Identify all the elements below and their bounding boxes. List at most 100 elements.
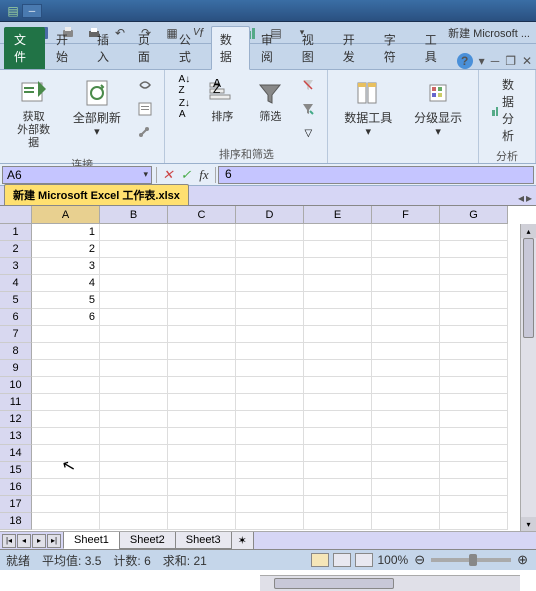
cell-D12[interactable]: [236, 411, 304, 428]
cell-A17[interactable]: [32, 496, 100, 513]
cell-E6[interactable]: [304, 309, 372, 326]
row-header-16[interactable]: 16: [0, 479, 32, 496]
filter-button[interactable]: 筛选: [249, 74, 291, 127]
row-header-5[interactable]: 5: [0, 292, 32, 309]
cell-E13[interactable]: [304, 428, 372, 445]
cell-B5[interactable]: [100, 292, 168, 309]
cell-B17[interactable]: [100, 496, 168, 513]
vertical-scrollbar[interactable]: ▴ ▾: [520, 224, 536, 531]
fx-button[interactable]: fx: [195, 166, 213, 184]
cell-F13[interactable]: [372, 428, 440, 445]
cell-A8[interactable]: [32, 343, 100, 360]
cell-E7[interactable]: [304, 326, 372, 343]
wb-prev-icon[interactable]: ◂: [518, 191, 524, 205]
cell-G7[interactable]: [440, 326, 508, 343]
row-header-12[interactable]: 12: [0, 411, 32, 428]
cell-E2[interactable]: [304, 241, 372, 258]
cell-G5[interactable]: [440, 292, 508, 309]
name-box[interactable]: A6: [2, 166, 152, 184]
sheet-tab-3[interactable]: Sheet3: [175, 532, 232, 549]
tab-tools[interactable]: 工具: [416, 26, 455, 69]
cell-B16[interactable]: [100, 479, 168, 496]
wb-next-icon[interactable]: ▸: [526, 191, 532, 205]
cell-C5[interactable]: [168, 292, 236, 309]
row-header-17[interactable]: 17: [0, 496, 32, 513]
cell-A11[interactable]: [32, 394, 100, 411]
cell-G9[interactable]: [440, 360, 508, 377]
cell-C1[interactable]: [168, 224, 236, 241]
row-header-4[interactable]: 4: [0, 275, 32, 292]
cell-C13[interactable]: [168, 428, 236, 445]
cell-B4[interactable]: [100, 275, 168, 292]
properties-icon[interactable]: [134, 98, 156, 120]
cell-G8[interactable]: [440, 343, 508, 360]
cell-F18[interactable]: [372, 513, 440, 530]
cell-F5[interactable]: [372, 292, 440, 309]
cell-F11[interactable]: [372, 394, 440, 411]
cell-F10[interactable]: [372, 377, 440, 394]
cell-B6[interactable]: [100, 309, 168, 326]
cell-C17[interactable]: [168, 496, 236, 513]
col-header-A[interactable]: A: [32, 206, 100, 224]
cell-E11[interactable]: [304, 394, 372, 411]
view-layout-icon[interactable]: [333, 553, 351, 567]
cell-G6[interactable]: [440, 309, 508, 326]
cell-D2[interactable]: [236, 241, 304, 258]
cell-F4[interactable]: [372, 275, 440, 292]
col-header-F[interactable]: F: [372, 206, 440, 224]
cell-D4[interactable]: [236, 275, 304, 292]
reapply-filter-icon[interactable]: [297, 98, 319, 120]
cell-C3[interactable]: [168, 258, 236, 275]
horizontal-scrollbar[interactable]: [260, 575, 520, 591]
cell-F2[interactable]: [372, 241, 440, 258]
cell-B14[interactable]: [100, 445, 168, 462]
row-header-13[interactable]: 13: [0, 428, 32, 445]
cell-A2[interactable]: 2: [32, 241, 100, 258]
cell-F17[interactable]: [372, 496, 440, 513]
advanced-filter-icon[interactable]: ▽: [297, 122, 319, 144]
cell-A18[interactable]: [32, 513, 100, 530]
cell-F16[interactable]: [372, 479, 440, 496]
cell-D16[interactable]: [236, 479, 304, 496]
sheet-next-icon[interactable]: ▸: [32, 534, 46, 548]
row-header-6[interactable]: 6: [0, 309, 32, 326]
cell-E18[interactable]: [304, 513, 372, 530]
col-header-B[interactable]: B: [100, 206, 168, 224]
help-icon[interactable]: ?: [457, 53, 473, 69]
get-external-data-button[interactable]: 获取 外部数据: [8, 74, 59, 154]
cell-G15[interactable]: [440, 462, 508, 479]
cell-F14[interactable]: [372, 445, 440, 462]
cell-A4[interactable]: 4: [32, 275, 100, 292]
cell-C18[interactable]: [168, 513, 236, 530]
cell-C4[interactable]: [168, 275, 236, 292]
row-header-7[interactable]: 7: [0, 326, 32, 343]
col-header-C[interactable]: C: [168, 206, 236, 224]
tab-view[interactable]: 视图: [293, 26, 332, 69]
cell-A5[interactable]: 5: [32, 292, 100, 309]
clear-filter-icon[interactable]: [297, 74, 319, 96]
cell-A16[interactable]: [32, 479, 100, 496]
cell-E17[interactable]: [304, 496, 372, 513]
cell-G16[interactable]: [440, 479, 508, 496]
cell-E12[interactable]: [304, 411, 372, 428]
tab-insert[interactable]: 插入: [88, 26, 127, 69]
cell-F15[interactable]: [372, 462, 440, 479]
cell-C15[interactable]: [168, 462, 236, 479]
tab-formula[interactable]: 公式: [170, 26, 209, 69]
cell-G10[interactable]: [440, 377, 508, 394]
cell-E15[interactable]: [304, 462, 372, 479]
scroll-up-icon[interactable]: ▴: [521, 224, 536, 238]
cell-G13[interactable]: [440, 428, 508, 445]
cell-G18[interactable]: [440, 513, 508, 530]
cell-B12[interactable]: [100, 411, 168, 428]
row-header-1[interactable]: 1: [0, 224, 32, 241]
cell-A9[interactable]: [32, 360, 100, 377]
sheet-prev-icon[interactable]: ◂: [17, 534, 31, 548]
cell-G3[interactable]: [440, 258, 508, 275]
row-header-18[interactable]: 18: [0, 513, 32, 530]
cell-E8[interactable]: [304, 343, 372, 360]
cell-B15[interactable]: [100, 462, 168, 479]
hscroll-thumb[interactable]: [274, 578, 394, 589]
cell-F8[interactable]: [372, 343, 440, 360]
tab-develop[interactable]: 开发: [334, 26, 373, 69]
